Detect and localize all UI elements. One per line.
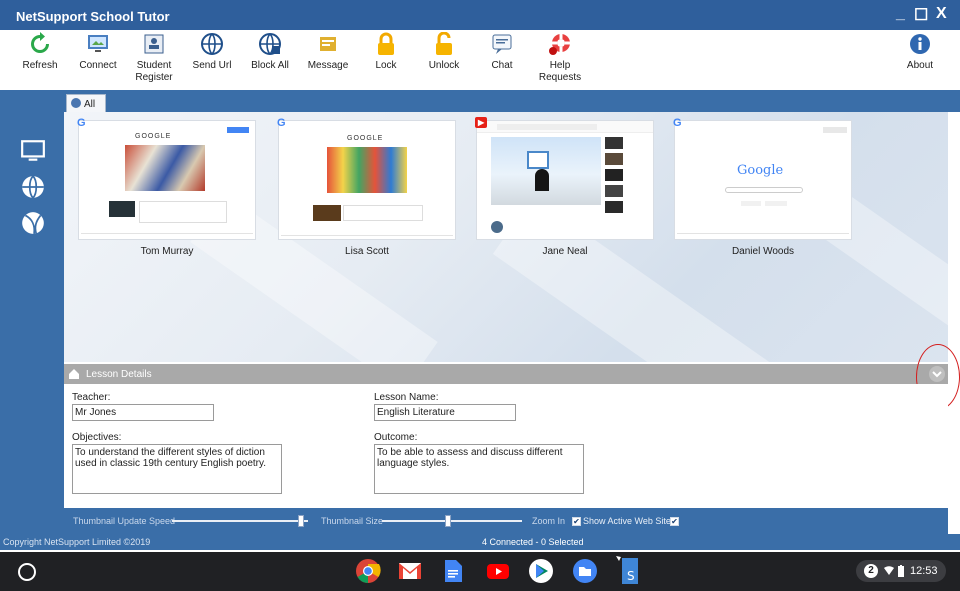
globe-block-icon [259,33,281,55]
google-site-icon: G [277,117,286,129]
gmail-icon[interactable] [397,558,423,584]
files-icon[interactable] [572,558,598,584]
clock: 12:53 [910,565,938,577]
objectives-label: Objectives: [72,432,122,443]
battery-icon [898,565,904,577]
lesson-details-header[interactable]: Lesson Details [64,364,948,384]
lesson-name-field[interactable]: English Literature [374,404,516,421]
message-button[interactable]: Message [298,32,358,72]
update-speed-slider[interactable] [172,520,308,522]
system-tray[interactable]: 2 12:53 [856,560,946,582]
student-name: Jane Neal [542,246,588,257]
chat-icon [492,34,512,54]
outcome-label: Outcome: [374,432,418,443]
thumbnail-settings-bar: Thumbnail Update Speed Thumbnail Size Zo… [64,508,948,534]
about-button[interactable]: About [890,32,950,72]
unlock-button[interactable]: Unlock [414,32,474,72]
update-speed-label: Thumbnail Update Speed [73,516,176,526]
app-title: NetSupport School Tutor [16,9,170,24]
student-thumbnail-jane-neal[interactable]: ▶ Jane Neal [475,117,654,257]
view-mode-sidebar [0,112,64,536]
lesson-name-label: Lesson Name: [374,392,439,403]
student-thumbnails-area: GOOGLE G Tom Murray GOOGLE G Lisa Scott [64,112,948,362]
web-view-globe-icon[interactable] [20,174,46,200]
thumbnail-size-slider-handle[interactable] [444,515,451,527]
connection-status: 4 Connected - 0 Selected [482,537,584,547]
launcher-button[interactable] [18,563,36,581]
student-name: Tom Murray [140,246,194,257]
help-requests-button[interactable]: Help Requests [530,32,590,84]
wifi-icon [884,566,894,575]
student-register-button[interactable]: Student Register [124,32,184,84]
google-site-icon: G [77,117,86,129]
update-speed-slider-handle[interactable] [298,515,305,527]
lifebuoy-icon [549,34,570,55]
minimize-button[interactable]: _ [896,5,905,23]
teacher-label: Teacher: [72,392,111,403]
thumbnail-screen: GOOGLE [78,120,256,240]
status-bar: Copyright NetSupport Limited ©2019 4 Con… [0,534,960,550]
show-active-web-site-label: Show Active Web Site [583,516,671,526]
home-icon [69,369,79,379]
send-url-button[interactable]: Send Url [182,32,242,72]
doodle-title: GOOGLE [347,135,384,142]
thumbnail-size-label: Thumbnail Size [321,516,384,526]
lesson-details-panel: Teacher: Mr Jones Lesson Name: English L… [64,384,948,506]
student-thumbnail-tom-murray[interactable]: GOOGLE G Tom Murray [77,117,256,257]
copyright-text: Copyright NetSupport Limited ©2019 [3,537,151,547]
window-title-bar: NetSupport School Tutor _ ☐ X [0,0,960,30]
teacher-field[interactable]: Mr Jones [72,404,214,421]
svg-text:S: S [627,569,635,583]
play-store-icon[interactable] [528,558,554,584]
notification-count-badge: 2 [864,564,878,578]
refresh-icon [31,32,49,53]
docs-icon[interactable] [440,558,466,584]
chrome-icon[interactable] [355,558,381,584]
tab-all[interactable]: All [66,94,106,112]
netsupport-student-icon[interactable]: S [614,554,640,586]
student-name: Lisa Scott [345,246,389,257]
group-icon [71,98,81,108]
toolbar: Refresh Connect Student Register Send Ur… [0,30,960,90]
lock-icon [378,32,394,55]
os-shelf: S 2 12:53 [0,552,960,591]
student-name: Daniel Woods [731,246,795,257]
thumbnail-size-slider[interactable] [382,520,522,522]
student-thumbnail-daniel-woods[interactable]: Google G Daniel Woods [673,117,852,257]
monitor-view-icon[interactable] [20,138,46,164]
google-site-icon: G [673,117,682,129]
refresh-button[interactable]: Refresh [10,32,70,72]
objectives-field[interactable]: To understand the different styles of di… [72,444,282,494]
maximize-button[interactable]: ☐ [914,5,928,25]
lock-button[interactable]: Lock [356,32,416,72]
doodle-title: GOOGLE [135,133,172,140]
globe-icon [201,33,223,55]
connect-button[interactable]: Connect [68,32,128,72]
student-register-icon [144,34,164,54]
app-view-ball-icon[interactable] [20,210,46,236]
youtube-site-icon: ▶ [475,117,488,128]
lesson-details-title: Lesson Details [86,369,152,380]
student-thumbnail-lisa-scott[interactable]: GOOGLE G Lisa Scott [277,117,456,257]
google-logo: Google [737,163,784,178]
info-icon [910,34,930,54]
thumbnail-screen [476,120,654,240]
monitor-connect-icon [88,35,108,52]
show-active-web-site-checkbox[interactable]: ✔ [670,517,679,526]
thumbnail-screen: Google [674,120,852,240]
close-button[interactable]: X [936,5,947,23]
block-all-button[interactable]: Block All [240,32,300,72]
outcome-field[interactable]: To be able to assess and discuss differe… [374,444,584,494]
view-tab-strip [0,90,960,112]
chat-button[interactable]: Chat [472,32,532,72]
thumbnail-screen: GOOGLE [278,120,456,240]
youtube-icon[interactable] [485,558,511,584]
unlock-icon [436,32,452,55]
zoom-in-checkbox[interactable]: ✔ [572,517,581,526]
message-icon [320,37,336,51]
zoom-in-label: Zoom In [532,516,566,526]
